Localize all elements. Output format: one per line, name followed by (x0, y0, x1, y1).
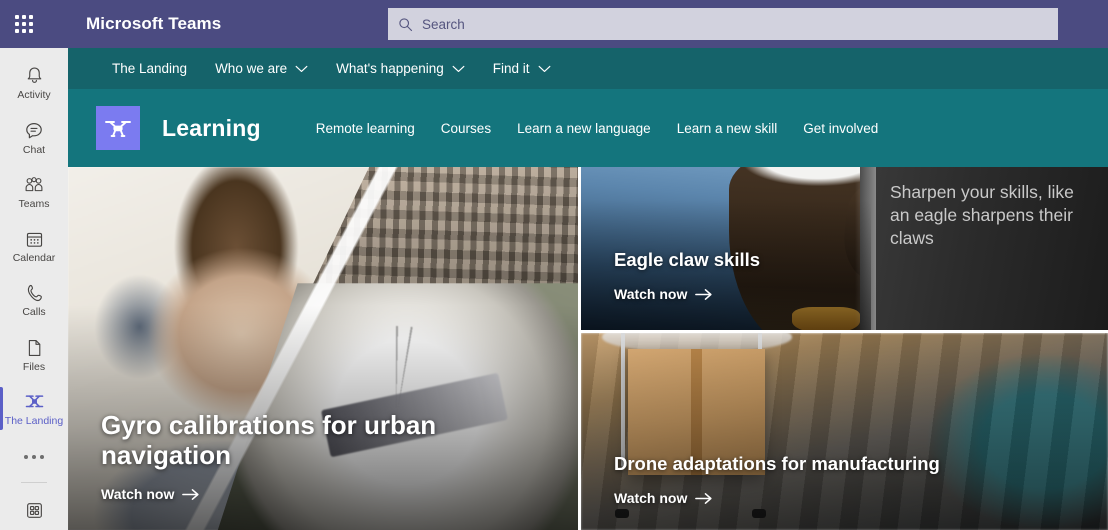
apps-store-icon[interactable] (0, 491, 68, 530)
app-grid-icon[interactable] (0, 0, 48, 48)
app-body: Activity Chat Teams Calendar Calls Files… (0, 48, 1108, 530)
nav-item-the-landing[interactable]: The Landing (98, 48, 201, 89)
eagle-watch-now-link[interactable]: Watch now (614, 286, 713, 302)
hub-title: Learning (162, 114, 261, 141)
search-container: Search (388, 8, 1058, 40)
people-icon (23, 174, 45, 195)
right-card-column: Sharpen your skills, like an eagle sharp… (581, 167, 1108, 530)
drone-icon (105, 121, 131, 137)
arrow-right-icon (695, 492, 712, 504)
main-content: The Landing Who we are What's happening … (68, 48, 1108, 530)
left-rail: Activity Chat Teams Calendar Calls Files… (0, 48, 68, 530)
sidebar-item-files[interactable]: Files (0, 327, 68, 381)
sidebar-item-activity[interactable]: Activity (0, 56, 68, 110)
hub-header: Learning Remote learning Courses Learn a… (68, 89, 1108, 167)
sidebar-item-label: Activity (17, 89, 51, 102)
hero-card-text: Gyro calibrations for urban navigation W… (101, 410, 554, 504)
phone-icon (25, 282, 44, 303)
sidebar-item-label: Teams (18, 197, 50, 210)
eagle-card-title: Eagle claw skills (614, 248, 761, 270)
search-input[interactable]: Search (388, 8, 1058, 40)
chevron-down-icon (452, 65, 465, 72)
sidebar-item-the-landing[interactable]: The Landing (0, 381, 68, 435)
hub-link-get-involved[interactable]: Get involved (790, 121, 891, 136)
card-drone-adaptations[interactable]: Drone adaptations for manufacturing Watc… (581, 333, 1108, 530)
sidebar-item-label: Calendar (12, 252, 56, 265)
nav-item-whats-happening[interactable]: What's happening (322, 48, 479, 89)
chevron-down-icon (295, 65, 308, 72)
ellipsis-icon[interactable] (0, 436, 68, 479)
hub-link-learn-a-new-skill[interactable]: Learn a new skill (664, 121, 791, 136)
sidebar-item-calls[interactable]: Calls (0, 273, 68, 327)
nav-item-who-we-are[interactable]: Who we are (201, 48, 322, 89)
hub-site-logo[interactable] (96, 106, 140, 150)
watch-now-label: Watch now (101, 486, 175, 502)
card-eagle-claw-skills[interactable]: Sharpen your skills, like an eagle sharp… (581, 167, 1108, 330)
hero-watch-now-link[interactable]: Watch now (101, 486, 200, 502)
top-bar: Microsoft Teams Search (0, 0, 1108, 48)
waffle-grid-icon (15, 15, 33, 33)
sidebar-item-label: Calls (22, 306, 46, 319)
nav-item-label: Who we are (215, 61, 288, 76)
arrow-right-icon (695, 288, 712, 300)
rail-divider (21, 482, 47, 484)
search-placeholder: Search (422, 16, 465, 32)
bell-icon (25, 65, 44, 86)
nav-item-label: The Landing (112, 61, 188, 76)
chevron-down-icon (538, 65, 550, 72)
hero-card-gyro-calibrations[interactable]: Gyro calibrations for urban navigation W… (68, 167, 578, 530)
nav-item-label: What's happening (336, 61, 444, 76)
file-icon (26, 337, 43, 358)
sidebar-item-calendar[interactable]: Calendar (0, 219, 68, 273)
eagle-card-quote: Sharpen your skills, like an eagle sharp… (890, 182, 1074, 248)
calendar-icon (25, 228, 44, 249)
site-navigation-bar: The Landing Who we are What's happening … (68, 48, 1108, 89)
drone-card-title: Drone adaptations for manufacturing (614, 452, 940, 474)
hub-link-remote-learning[interactable]: Remote learning (303, 121, 428, 136)
sidebar-item-teams[interactable]: Teams (0, 164, 68, 218)
sidebar-item-label: Files (22, 360, 46, 373)
hub-link-learn-a-new-language[interactable]: Learn a new language (504, 121, 664, 136)
teams-app-window: Microsoft Teams Search Activity Chat Tea… (0, 0, 1108, 530)
watch-now-label: Watch now (614, 490, 688, 506)
drone-watch-now-link[interactable]: Watch now (614, 490, 713, 506)
content-area: Gyro calibrations for urban navigation W… (68, 167, 1108, 530)
search-icon (399, 17, 413, 31)
nav-item-label: Find it (492, 61, 530, 76)
chat-icon (24, 120, 44, 141)
nav-item-find-it[interactable]: Find it (479, 48, 565, 89)
drone-card-text: Drone adaptations for manufacturing Watc… (614, 453, 1084, 508)
sidebar-item-label: The Landing (4, 414, 64, 427)
hub-link-courses[interactable]: Courses (428, 121, 504, 136)
watch-now-label: Watch now (614, 286, 688, 302)
hub-links: Remote learning Courses Learn a new lang… (303, 121, 892, 136)
sidebar-item-chat[interactable]: Chat (0, 110, 68, 164)
app-title: Microsoft Teams (86, 14, 222, 33)
drone-icon (23, 391, 46, 412)
eagle-card-text: Eagle claw skills Watch now (614, 249, 914, 304)
hero-card-title: Gyro calibrations for urban navigation (101, 409, 437, 470)
arrow-right-icon (182, 488, 199, 500)
sidebar-item-label: Chat (22, 143, 46, 156)
